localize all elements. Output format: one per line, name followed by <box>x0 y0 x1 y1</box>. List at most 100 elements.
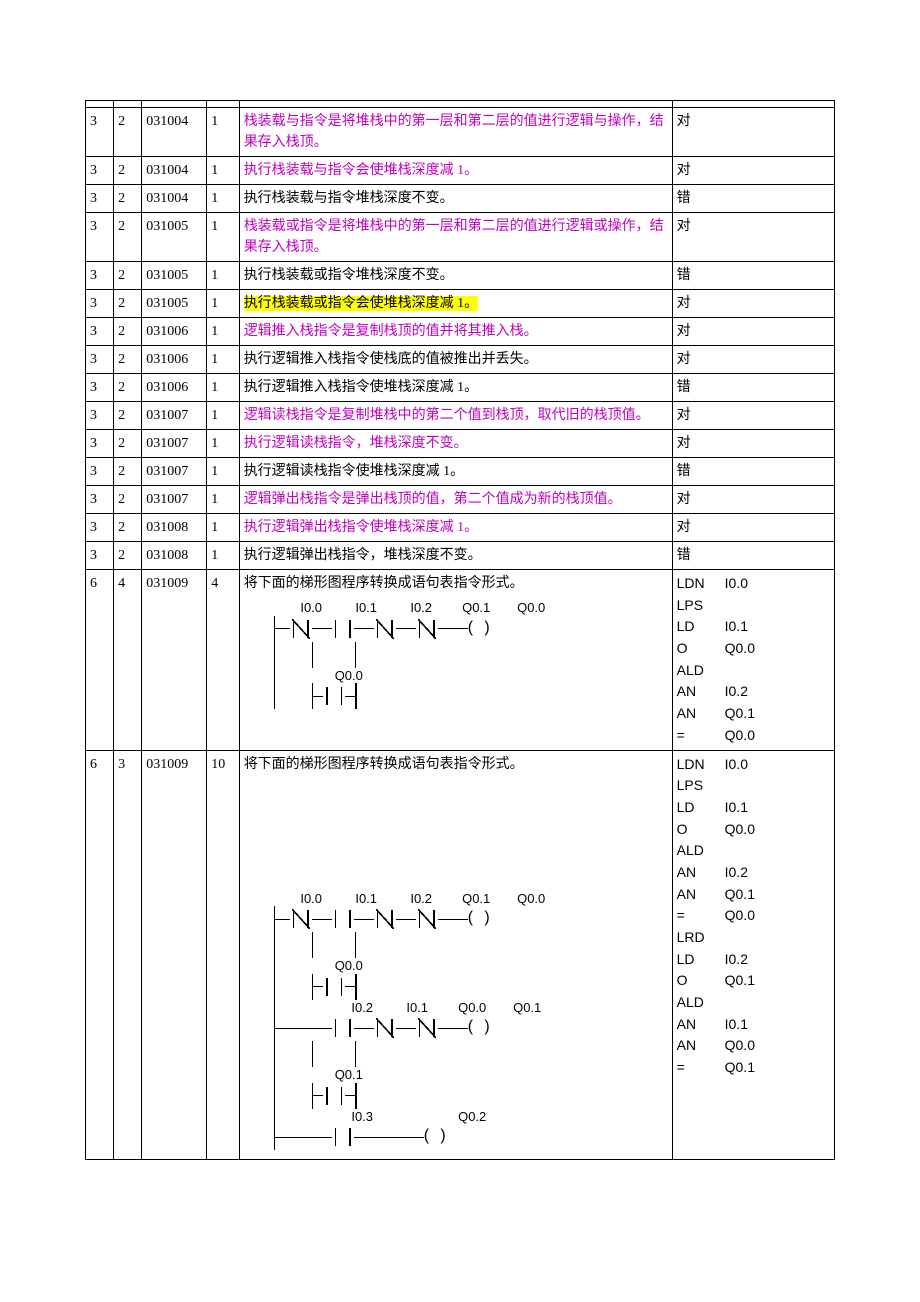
table-cell: 031005 <box>142 213 207 262</box>
table-cell <box>672 101 834 108</box>
table-cell <box>207 101 239 108</box>
table-cell: 3 <box>86 374 114 402</box>
table-cell: 2 <box>114 157 142 185</box>
table-cell <box>114 101 142 108</box>
question-cell: 执行栈装载或指令会使堆栈深度减 1。 <box>239 290 672 318</box>
table-cell: 3 <box>114 750 142 1160</box>
ladder-diagram: I0.0I0.1I0.2Q0.1Q0.0 Q0.0 I0.2I0.1Q0.0Q0… <box>244 885 668 1157</box>
table-cell: 1 <box>207 430 239 458</box>
question-cell: 栈装载与指令是将堆栈中的第一层和第二层的值进行逻辑与操作，结果存入栈顶。 <box>239 108 672 157</box>
question-cell: 执行逻辑读栈指令使堆栈深度减 1。 <box>239 458 672 486</box>
table-cell: 2 <box>114 486 142 514</box>
table-cell: 031005 <box>142 290 207 318</box>
table-row: 320310061执行逻辑推入栈指令使堆栈深度减 1。错 <box>86 374 835 402</box>
table-row: 320310081执行逻辑弹出栈指令使堆栈深度减 1。对 <box>86 514 835 542</box>
table-cell: 3 <box>86 213 114 262</box>
table-cell: 2 <box>114 458 142 486</box>
table-row: 320310051栈装载或指令是将堆栈中的第一层和第二层的值进行逻辑或操作，结果… <box>86 213 835 262</box>
table-cell: 1 <box>207 108 239 157</box>
table-cell: 1 <box>207 458 239 486</box>
table-cell: 2 <box>114 402 142 430</box>
table-row: 320310071逻辑读栈指令是复制堆栈中的第二个值到栈顶，取代旧的栈顶值。对 <box>86 402 835 430</box>
table-cell: 1 <box>207 346 239 374</box>
table-cell: 6 <box>86 570 114 751</box>
table-row: 320310071执行逻辑读栈指令，堆栈深度不变。对 <box>86 430 835 458</box>
table-cell: 3 <box>86 318 114 346</box>
table-cell: 1 <box>207 157 239 185</box>
answer-cell: LDNI0.0 LPS LDI0.1 OQ0.0 ALD ANI0.2 ANQ0… <box>672 750 834 1160</box>
table-cell: 对 <box>672 486 834 514</box>
question-table: 320310041栈装载与指令是将堆栈中的第一层和第二层的值进行逻辑与操作，结果… <box>85 100 835 1160</box>
table-cell: 2 <box>114 318 142 346</box>
table-row: 320310051执行栈装载或指令堆栈深度不变。错 <box>86 262 835 290</box>
table-cell: 031008 <box>142 514 207 542</box>
table-cell: 错 <box>672 542 834 570</box>
table-row: 320310061执行逻辑推入栈指令使栈底的值被推出并丢失。对 <box>86 346 835 374</box>
table-cell: 错 <box>672 185 834 213</box>
table-row: 320310041执行栈装载与指令堆栈深度不变。错 <box>86 185 835 213</box>
table-cell: 对 <box>672 430 834 458</box>
table-cell: 3 <box>86 185 114 213</box>
table-cell <box>86 101 114 108</box>
table-cell: 031005 <box>142 262 207 290</box>
table-cell: 对 <box>672 402 834 430</box>
table-cell: 031004 <box>142 185 207 213</box>
table-cell: 3 <box>86 458 114 486</box>
question-cell: 执行栈装载与指令会使堆栈深度减 1。 <box>239 157 672 185</box>
table-cell: 3 <box>86 157 114 185</box>
table-cell: 031007 <box>142 458 207 486</box>
table-cell: 对 <box>672 514 834 542</box>
table-cell: 2 <box>114 213 142 262</box>
table-cell: 031006 <box>142 346 207 374</box>
table-cell: 031004 <box>142 108 207 157</box>
table-cell: 2 <box>114 346 142 374</box>
document-page: 320310041栈装载与指令是将堆栈中的第一层和第二层的值进行逻辑与操作，结果… <box>0 0 920 1160</box>
table-row: 320310061逻辑推入栈指令是复制栈顶的值并将其推入栈。对 <box>86 318 835 346</box>
table-cell: 对 <box>672 213 834 262</box>
table-cell: 1 <box>207 262 239 290</box>
table-cell: 2 <box>114 185 142 213</box>
table-cell: 1 <box>207 318 239 346</box>
table-cell: 1 <box>207 402 239 430</box>
table-cell: 对 <box>672 108 834 157</box>
question-cell: 执行栈装载与指令堆栈深度不变。 <box>239 185 672 213</box>
table-cell: 对 <box>672 346 834 374</box>
table-cell: 错 <box>672 458 834 486</box>
table-row <box>86 101 835 108</box>
table-cell: 1 <box>207 374 239 402</box>
table-cell: 031007 <box>142 430 207 458</box>
ladder-diagram: I0.0I0.1I0.2Q0.1Q0.0 Q0.0 <box>244 594 668 715</box>
question-cell <box>239 101 672 108</box>
question-cell: 将下面的梯形图程序转换成语句表指令形式。 I0.0I0.1I0.2Q0.1Q0.… <box>239 570 672 751</box>
table-cell: 1 <box>207 542 239 570</box>
question-cell: 执行逻辑弹出栈指令使堆栈深度减 1。 <box>239 514 672 542</box>
question-cell: 逻辑推入栈指令是复制栈顶的值并将其推入栈。 <box>239 318 672 346</box>
table-cell: 10 <box>207 750 239 1160</box>
table-cell: 031007 <box>142 486 207 514</box>
question-cell: 执行栈装载或指令堆栈深度不变。 <box>239 262 672 290</box>
table-cell: 2 <box>114 108 142 157</box>
table-cell: 1 <box>207 185 239 213</box>
table-cell: 3 <box>86 542 114 570</box>
table-cell: 3 <box>86 486 114 514</box>
table-cell: 2 <box>114 262 142 290</box>
table-cell: 4 <box>207 570 239 751</box>
table-cell: 对 <box>672 290 834 318</box>
table-cell: 3 <box>86 108 114 157</box>
table-row: 320310041栈装载与指令是将堆栈中的第一层和第二层的值进行逻辑与操作，结果… <box>86 108 835 157</box>
table-cell: 1 <box>207 290 239 318</box>
table-cell: 2 <box>114 374 142 402</box>
table-cell: 1 <box>207 486 239 514</box>
table-cell: 3 <box>86 290 114 318</box>
table-cell <box>142 101 207 108</box>
table-cell: 3 <box>86 402 114 430</box>
table-cell: 031007 <box>142 402 207 430</box>
table-cell: 6 <box>86 750 114 1160</box>
table-cell: 2 <box>114 514 142 542</box>
table-row: 320310041执行栈装载与指令会使堆栈深度减 1。对 <box>86 157 835 185</box>
table-cell: 3 <box>86 262 114 290</box>
table-cell: 4 <box>114 570 142 751</box>
question-cell: 将下面的梯形图程序转换成语句表指令形式。 I0.0I0.1I0.2Q0.1Q0.… <box>239 750 672 1160</box>
table-cell: 2 <box>114 290 142 318</box>
question-cell: 逻辑读栈指令是复制堆栈中的第二个值到栈顶，取代旧的栈顶值。 <box>239 402 672 430</box>
